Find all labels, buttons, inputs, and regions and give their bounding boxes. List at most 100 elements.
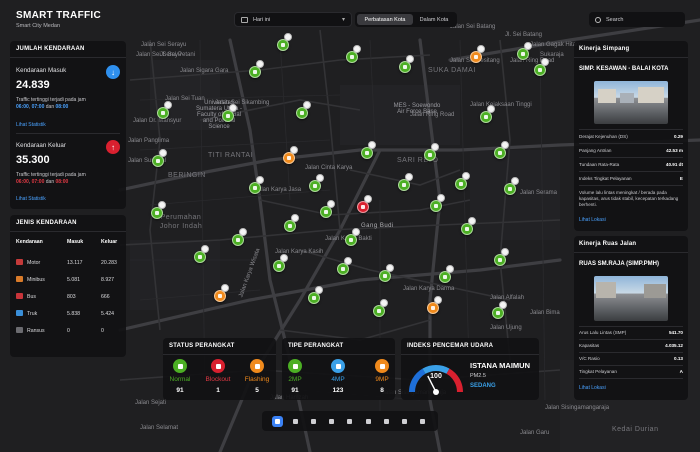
share-icon[interactable] <box>381 416 392 427</box>
marker-badge <box>352 228 360 236</box>
camera-2mp-icon <box>288 359 302 373</box>
marker-badge <box>511 177 519 185</box>
aqi-gauge: 100 <box>408 365 464 395</box>
marker-badge <box>327 200 335 208</box>
vehicle-type-in: 13.117 <box>67 260 83 266</box>
marker-badge <box>405 173 413 181</box>
marker-badge <box>380 299 388 307</box>
metric-row: Panjang Antrian 42.53 m <box>579 148 683 153</box>
column-header: Masuk <box>67 239 84 245</box>
marker-badge <box>368 141 376 149</box>
marker-badge <box>386 264 394 272</box>
intersection-performance-panel: Kinerja Simpang SIMP. KESAWAN - BALAI KO… <box>574 41 688 231</box>
spark-icon[interactable] <box>399 416 410 427</box>
marker-badge <box>291 214 299 222</box>
flashing-signal-icon <box>250 359 264 373</box>
ransus-icon <box>16 327 23 333</box>
road-camera-image[interactable] <box>594 276 668 321</box>
intersection-camera-image[interactable] <box>594 81 668 124</box>
vehicle-count-panel: JUMLAH KENDARAAN Kendaraan Masuk 24.839 … <box>10 41 126 209</box>
road-segment-performance-panel: Kinerja Ruas Jalan RUAS SM.RAJA (SIMP.PM… <box>574 236 688 400</box>
area-label: Gang Budi <box>361 223 394 229</box>
search-box[interactable]: Search <box>589 12 685 27</box>
intersection-note: Volume lalu lintas meningkat / berada pa… <box>579 190 679 207</box>
arrow-up-icon[interactable]: ↑ <box>106 140 120 154</box>
status-label: Normal <box>169 376 191 383</box>
vehicle-type-out: 0 <box>101 328 104 334</box>
vehicle-type-out: 8.927 <box>101 277 114 283</box>
device-type-panel: TIPE PERANGKAT 2MP 91 4MP 123 9MP 8 <box>282 338 395 400</box>
vehicles-out-stats-link[interactable]: Lihat Statistik <box>16 196 46 202</box>
shield-icon[interactable] <box>290 416 301 427</box>
metric-row: V/C Rasio 0.13 <box>579 356 683 361</box>
marker-badge <box>284 33 292 41</box>
arrow-down-icon[interactable]: ↓ <box>106 65 120 79</box>
aqi-pollutant: PM2.5 <box>470 373 486 379</box>
binoculars-icon[interactable] <box>308 416 319 427</box>
metric-row: Kapasitas 4.035.12 <box>579 343 683 348</box>
cone-icon[interactable] <box>326 416 337 427</box>
traffic-light-icon[interactable] <box>271 415 283 427</box>
aqi-value: 100 <box>430 373 442 380</box>
vehicles-in-label: Kendaraan Masuk <box>16 67 67 74</box>
date-filter-select[interactable]: Hari ini ▾ <box>234 12 352 27</box>
marker-badge <box>477 45 485 53</box>
area-tabs: Perbatasan Kota Dalam Kota <box>355 12 457 27</box>
vehicles-in-stats-link[interactable]: Lihat Statistik <box>16 122 46 128</box>
area-label: Kedai Durian <box>612 426 659 433</box>
marker-badge <box>344 257 352 265</box>
intersection-location-link[interactable]: Lihat Lokasi <box>579 217 606 223</box>
tab-dalam-kota[interactable]: Dalam Kota <box>413 14 455 25</box>
vehicle-type-name: Motor <box>27 260 41 266</box>
metric-row: Indeks Tingkat Pelayanan E <box>579 176 683 181</box>
network-icon[interactable] <box>363 416 374 427</box>
logout-icon[interactable] <box>417 416 428 427</box>
status-label: Blockout <box>205 376 231 383</box>
marker-badge <box>437 194 445 202</box>
marker-badge <box>164 101 172 109</box>
type-value: 8 <box>380 387 384 394</box>
area-label: BERINGIN <box>168 172 206 179</box>
marker-badge <box>353 45 361 53</box>
vehicle-type-in: 0 <box>67 328 70 334</box>
vehicle-type-name: Ransus <box>27 328 45 334</box>
type-value: 91 <box>291 387 299 394</box>
vehicle-type-panel: JENIS KENDARAAN Kendaraan Masuk Keluar M… <box>10 215 126 357</box>
tab-perbatasan-kota[interactable]: Perbatasan Kota <box>357 14 413 25</box>
marker-badge <box>499 301 507 309</box>
column-header: Kendaraan <box>16 239 43 245</box>
vehicle-type-out: 666 <box>101 294 110 300</box>
crossing-icon[interactable] <box>344 416 355 427</box>
marker-badge <box>239 228 247 236</box>
normal-signal-icon <box>173 359 187 373</box>
marker-badge <box>221 284 229 292</box>
marker-badge <box>303 101 311 109</box>
calendar-icon <box>241 16 248 23</box>
bus-icon <box>16 293 23 299</box>
app-subtitle: Smart City Medan <box>16 23 61 29</box>
marker-badge <box>462 172 470 180</box>
vehicle-type-out: 20.283 <box>101 260 117 266</box>
metric-row: Tingkat Pelayanan A <box>579 369 683 374</box>
vehicle-type-name: Truk <box>27 311 38 317</box>
vehicles-in-note: Traffic tertinggi terjadi pada jam 06:00… <box>16 97 86 110</box>
type-label: 9MP <box>375 376 389 383</box>
status-value: 5 <box>255 387 259 394</box>
aqi-location: ISTANA MAIMUN <box>470 361 530 370</box>
panel-title: INDEKS PENCEMAR UDARA <box>407 343 494 349</box>
panel-title: STATUS PERANGKAT <box>169 343 235 349</box>
vehicle-type-name: Minibus <box>27 277 45 283</box>
marker-badge <box>541 58 549 66</box>
status-value: 91 <box>176 387 184 394</box>
marker-badge <box>434 296 442 304</box>
vehicle-type-in: 5.838 <box>67 311 80 317</box>
road-location-link[interactable]: Lihat Lokasi <box>579 385 606 391</box>
status-label: Flashing <box>244 376 270 383</box>
status-value: 1 <box>216 387 220 394</box>
column-header: Keluar <box>101 239 118 245</box>
panel-title: Kinerja Simpang <box>579 46 630 52</box>
panel-title: Kinerja Ruas Jalan <box>579 241 637 247</box>
panel-title: TIPE PERANGKAT <box>288 343 344 349</box>
marker-badge <box>315 286 323 294</box>
marker-badge <box>290 146 298 154</box>
